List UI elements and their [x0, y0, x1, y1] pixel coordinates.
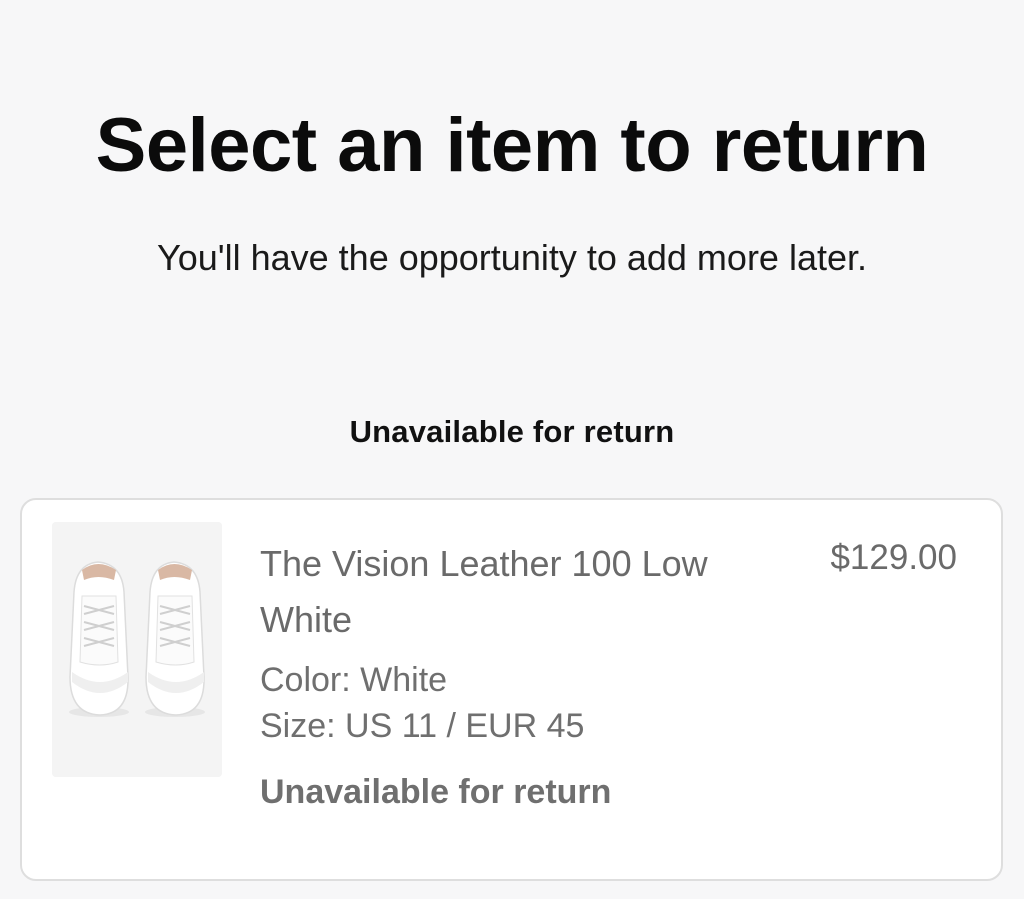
section-heading-unavailable: Unavailable for return [349, 414, 675, 449]
product-size: Size: US 11 / EUR 45 [260, 707, 585, 745]
product-price: $129.00 [830, 538, 957, 577]
page-subtitle: You'll have the opportunity to add more … [156, 237, 867, 278]
return-status-label: Unavailable for return [260, 773, 612, 811]
product-image [52, 522, 222, 777]
product-color: Color: White [260, 661, 448, 699]
return-item-card: The Vision Leather 100 Low White $129.00… [20, 498, 1003, 881]
product-name: The Vision Leather 100 Low White [260, 543, 708, 640]
page-title: Select an item to return [95, 103, 929, 188]
white-sneakers-image [52, 522, 222, 777]
